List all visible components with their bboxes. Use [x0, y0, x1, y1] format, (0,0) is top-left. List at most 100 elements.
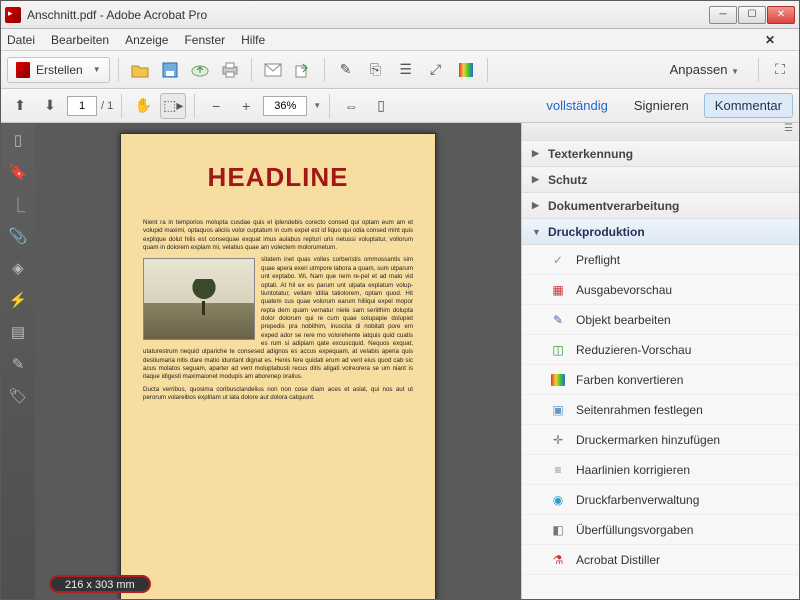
flatten-icon: ◫	[550, 342, 566, 358]
tool-acrobat-distiller[interactable]: ⚗Acrobat Distiller	[522, 545, 799, 575]
window-buttons: ─ ☐ ✕	[708, 6, 795, 24]
document-page: HEADLINE Nient ra in temporios molupta c…	[120, 133, 436, 599]
fit-width-button[interactable]: ⇔	[338, 93, 364, 119]
inline-image	[143, 258, 255, 340]
fullscreen-button[interactable]: ⛶	[767, 57, 793, 83]
open-button[interactable]	[127, 57, 153, 83]
body: ▯ 🔖 ⎿ 📎 ◈ ⚡ ▤ ✎ 🏷 HEADLINE Nient ra in t…	[1, 123, 799, 599]
create-button[interactable]: Erstellen ▼	[7, 57, 110, 83]
hairlines-icon: ≡	[550, 462, 566, 478]
attachments-icon[interactable]: 📎	[9, 227, 27, 245]
vollstaendig-link[interactable]: vollständig	[535, 93, 618, 118]
share-button[interactable]	[290, 57, 316, 83]
tool-icon[interactable]: ⚡	[9, 291, 27, 309]
print-button[interactable]	[217, 57, 243, 83]
menu-fenster[interactable]: Fenster	[184, 33, 225, 47]
tool-farben-konvertieren[interactable]: Farben konvertieren	[522, 365, 799, 395]
convert-colors-icon	[550, 372, 566, 388]
fit-page-button[interactable]: ▯	[368, 93, 394, 119]
panel-menu-icon[interactable]: ☰	[522, 123, 799, 141]
para-1: Nient ra in temporios molupta cusdae qui…	[143, 219, 413, 252]
collapse-arrow-icon: ▶	[532, 174, 542, 185]
separator	[251, 58, 252, 82]
page-icon[interactable]: ▤	[9, 323, 27, 341]
close-button[interactable]: ✕	[767, 6, 795, 24]
hand-tool-button[interactable]: ✋	[130, 93, 156, 119]
page-down-button[interactable]: ⬇	[37, 93, 63, 119]
tool-list: ✓Preflight ▦Ausgabevorschau ✎Objekt bear…	[522, 245, 799, 599]
collapse-arrow-icon: ▶	[532, 200, 542, 211]
save-button[interactable]	[157, 57, 183, 83]
bookmarks-icon[interactable]: 🔖	[9, 163, 27, 181]
output-preview-icon: ▦	[550, 282, 566, 298]
separator	[329, 94, 330, 118]
thumbnails-icon[interactable]: ▯	[9, 131, 27, 149]
ruler-icon[interactable]: ⎿	[9, 195, 27, 213]
section-texterkennung[interactable]: ▶Texterkennung	[522, 141, 799, 167]
menu-bearbeiten[interactable]: Bearbeiten	[51, 33, 109, 47]
tree-icon	[192, 279, 216, 307]
separator	[758, 58, 759, 82]
tool2-button[interactable]: ⎘	[363, 57, 389, 83]
section-druckproduktion[interactable]: ▼Druckproduktion	[522, 219, 799, 245]
tool-haarlinien[interactable]: ≡Haarlinien korrigieren	[522, 455, 799, 485]
tool-objekt-bearbeiten[interactable]: ✎Objekt bearbeiten	[522, 305, 799, 335]
tool-druckermarken[interactable]: ✛Druckermarken hinzufügen	[522, 425, 799, 455]
page-header: HEADLINE	[143, 152, 413, 219]
tags-icon[interactable]: 🏷	[9, 387, 27, 405]
layers-icon[interactable]: ◈	[9, 259, 27, 277]
tool4-button[interactable]: ⤢	[423, 57, 449, 83]
tool-seitenrahmen[interactable]: ▣Seitenrahmen festlegen	[522, 395, 799, 425]
cloud-button[interactable]	[187, 57, 213, 83]
zoom-input[interactable]	[263, 96, 307, 116]
separator	[118, 58, 119, 82]
section-dokumentverarbeitung[interactable]: ▶Dokumentverarbeitung	[522, 193, 799, 219]
section-schutz[interactable]: ▶Schutz	[522, 167, 799, 193]
toolbar-nav: ⬆ ⬇ / 1 ✋ ⬚▸ − + ▼ ⇔ ▯ vollständig Signi…	[1, 89, 799, 123]
select-tool-button[interactable]: ⬚▸	[160, 93, 186, 119]
nav-rail: ▯ 🔖 ⎿ 📎 ◈ ⚡ ▤ ✎ 🏷	[1, 123, 35, 599]
minimize-button[interactable]: ─	[709, 6, 737, 24]
email-button[interactable]	[260, 57, 286, 83]
anpassen-button[interactable]: Anpassen ▼	[659, 57, 750, 82]
distiller-icon: ⚗	[550, 552, 566, 568]
tool-reduzieren-vorschau[interactable]: ◫Reduzieren-Vorschau	[522, 335, 799, 365]
titlebar: Anschnitt.pdf - Adobe Acrobat Pro ─ ☐ ✕	[1, 1, 799, 29]
menu-datei[interactable]: Datei	[7, 33, 35, 47]
tool-ueberfuellungsvorgaben[interactable]: ◧Überfüllungsvorgaben	[522, 515, 799, 545]
tool-druckfarbenverwaltung[interactable]: ◉Druckfarbenverwaltung	[522, 485, 799, 515]
maximize-button[interactable]: ☐	[738, 6, 766, 24]
ink-manager-icon: ◉	[550, 492, 566, 508]
signatures-icon[interactable]: ✎	[9, 355, 27, 373]
app-window: Anschnitt.pdf - Adobe Acrobat Pro ─ ☐ ✕ …	[0, 0, 800, 600]
para-3: Ducta verribus, quosima coribusclandeliu…	[143, 386, 413, 403]
tool-ausgabevorschau[interactable]: ▦Ausgabevorschau	[522, 275, 799, 305]
app-icon	[5, 7, 21, 23]
menu-hilfe[interactable]: Hilfe	[241, 33, 265, 47]
zoom-in-button[interactable]: +	[233, 93, 259, 119]
tool3-button[interactable]: ☰	[393, 57, 419, 83]
headline-text: HEADLINE	[143, 162, 413, 193]
document-area[interactable]: HEADLINE Nient ra in temporios molupta c…	[35, 123, 521, 599]
zoom-out-button[interactable]: −	[203, 93, 229, 119]
printer-marks-icon: ✛	[550, 432, 566, 448]
separator	[487, 58, 488, 82]
preflight-icon: ✓	[550, 252, 566, 268]
page-number-input[interactable]	[67, 96, 97, 116]
page-up-button[interactable]: ⬆	[7, 93, 33, 119]
color-tool-button[interactable]	[453, 57, 479, 83]
tool1-button[interactable]: ✎	[333, 57, 359, 83]
trap-presets-icon: ◧	[550, 522, 566, 538]
document-close-icon[interactable]: ✕	[765, 33, 775, 47]
menu-anzeige[interactable]: Anzeige	[125, 33, 168, 47]
crop-pages-icon: ▣	[550, 402, 566, 418]
kommentar-button[interactable]: Kommentar	[704, 93, 793, 118]
signieren-button[interactable]: Signieren	[623, 93, 700, 118]
page-total-label: / 1	[101, 100, 113, 112]
chevron-down-icon[interactable]: ▼	[313, 101, 321, 110]
separator	[194, 94, 195, 118]
separator	[121, 94, 122, 118]
create-label: Erstellen	[36, 63, 83, 77]
para-wrap: sitatem inet quas volles corberistis omm…	[143, 256, 413, 381]
tool-preflight[interactable]: ✓Preflight	[522, 245, 799, 275]
